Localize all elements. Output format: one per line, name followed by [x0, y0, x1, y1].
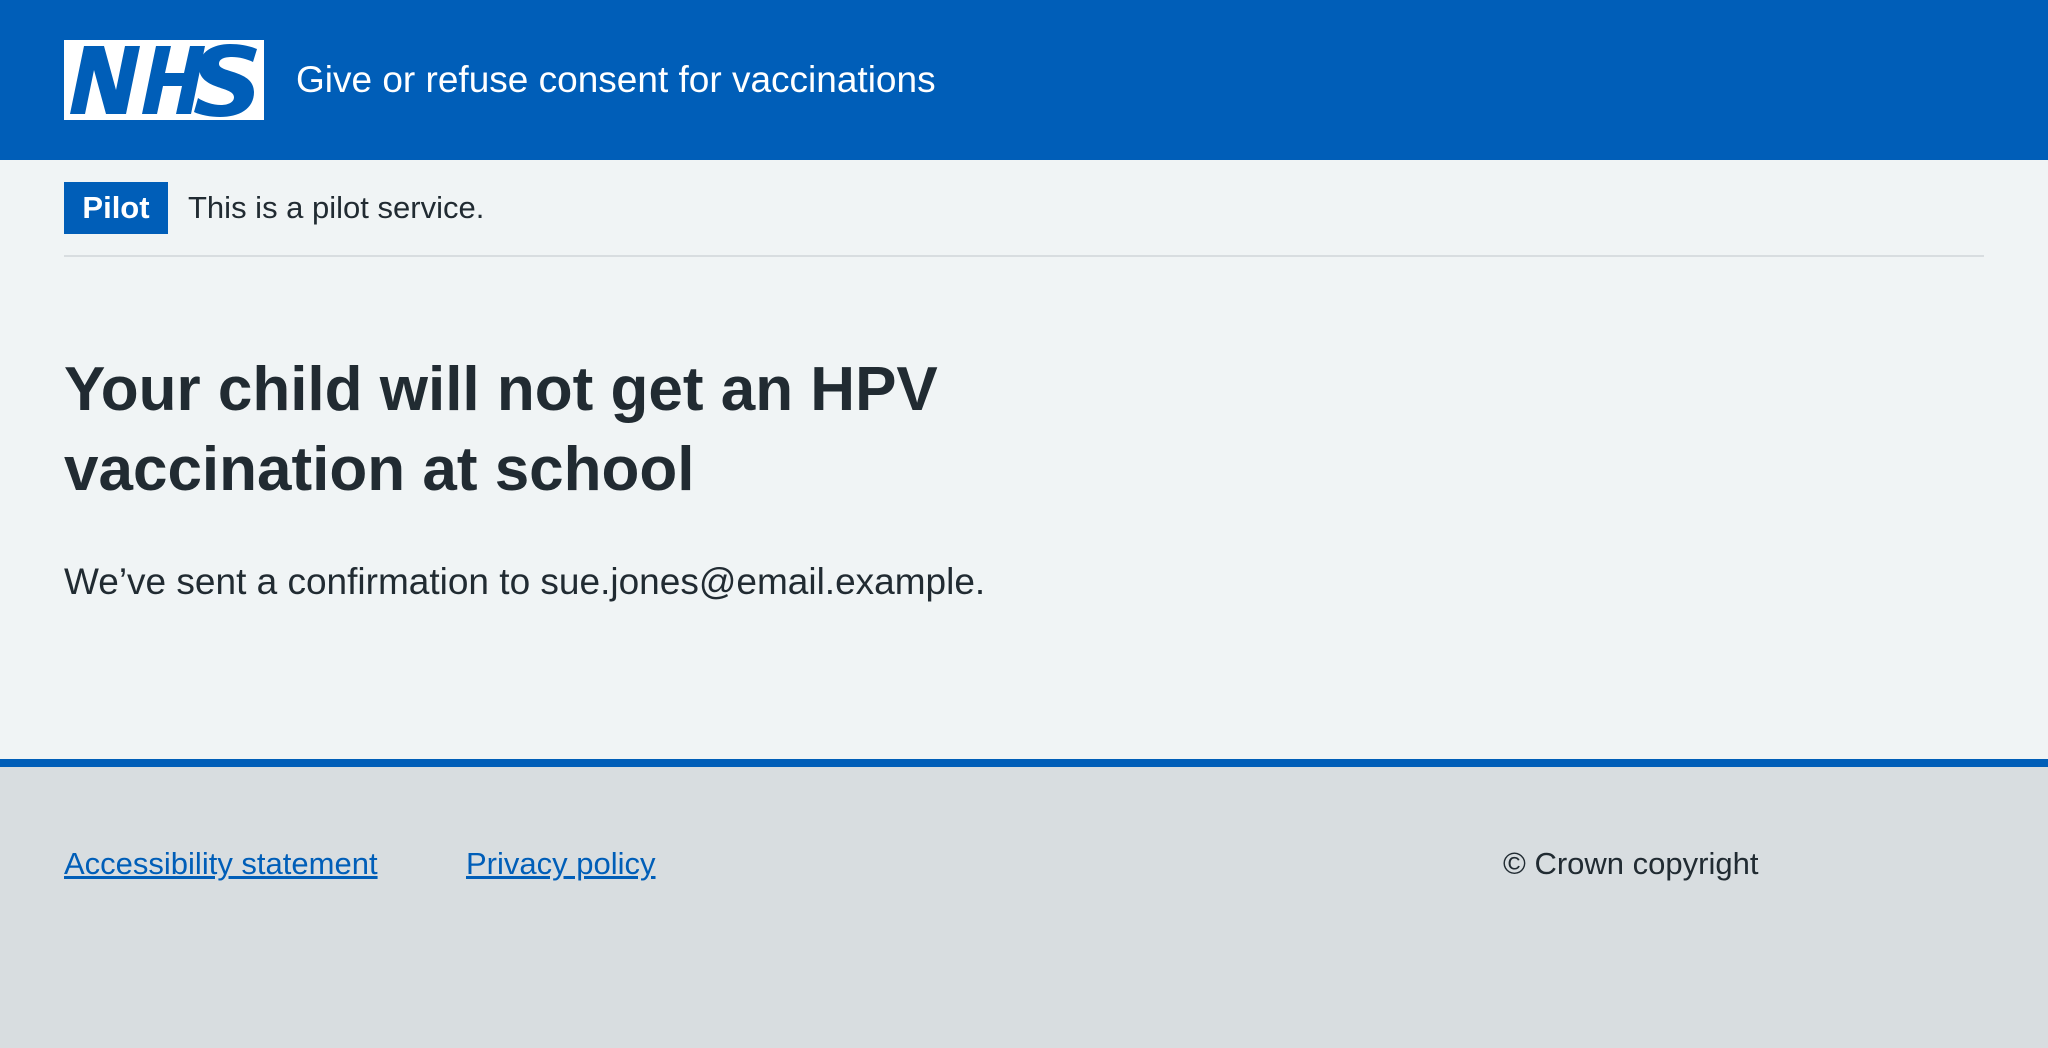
pilot-tag: Pilot: [64, 182, 168, 234]
accessibility-statement-link[interactable]: Accessibility statement: [64, 842, 378, 886]
confirmation-message: We’ve sent a confirmation to sue.jones@e…: [64, 561, 986, 602]
phase-banner: Pilot This is a pilot service.: [64, 160, 1984, 257]
site-header: Give or refuse consent for vaccinations: [0, 0, 2048, 160]
privacy-policy-link[interactable]: Privacy policy: [466, 842, 656, 886]
service-name-link[interactable]: Give or refuse consent for vaccinations: [296, 56, 936, 104]
page-title: Your child will not get an HPV vaccinati…: [64, 355, 938, 504]
nhs-logo[interactable]: [64, 40, 264, 120]
phase-banner-text: This is a pilot service.: [188, 190, 485, 225]
site-footer: Accessibility statement Privacy policy ©…: [0, 759, 2048, 1048]
copyright-text: © Crown copyright: [1503, 846, 1759, 881]
main-content: Your child will not get an HPV vaccinati…: [64, 350, 1164, 608]
nhs-logo-icon: [64, 40, 264, 120]
